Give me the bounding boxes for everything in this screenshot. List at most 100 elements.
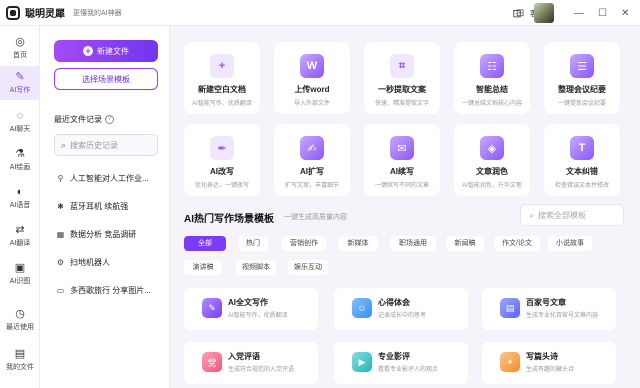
template-subtitle: 生成专业化百家号文章内容 xyxy=(526,313,599,319)
tool-title: AI续写 xyxy=(390,167,414,176)
word-icon: W xyxy=(300,54,324,78)
home-icon: ◎ xyxy=(15,36,25,48)
tool-extract-text[interactable]: ⌗ 一秒提取文案 快速、精准提取文字 xyxy=(364,42,440,114)
rail-item-ai-translate[interactable]: ⇄ AI翻译 xyxy=(0,220,40,252)
tool-ai-expand[interactable]: ✍ AI扩写 扩写文案，丰富细节 xyxy=(274,124,350,196)
rail-item-ai-recognition[interactable]: ▣ AI识图 xyxy=(0,258,40,290)
maximize-window-button[interactable]: ☐ xyxy=(598,0,607,26)
chip-workplace[interactable]: 职场通用 xyxy=(390,236,436,251)
rail-label: AI聊天 xyxy=(9,126,31,133)
template-ai-full-text[interactable]: ✎ AI全文写作 AI智能写作，优质翻译 xyxy=(184,288,318,330)
recent-item[interactable]: ▭ 多西歌旅行 分享图片... xyxy=(56,283,166,297)
template-party-review[interactable]: 党 入党评语 生成符合规范的入党评语 xyxy=(184,342,318,384)
rail-item-ai-voice[interactable]: ◐ AI语音 xyxy=(0,182,40,214)
rail-item-recent[interactable]: ◷ 最近使用 xyxy=(0,304,40,336)
nav-rail: ◎ 首页 ✎ AI写作 ◌ AI聊天 ⚗ AI绘画 ◐ AI语音 ⇄ AI翻译 … xyxy=(0,26,40,388)
rail-label: AI语音 xyxy=(9,202,31,209)
chip-fiction[interactable]: 小说故事 xyxy=(548,236,592,251)
avatar[interactable] xyxy=(534,3,554,23)
film-review-icon: ▶ xyxy=(352,352,372,372)
chip-essay[interactable]: 作文/论文 xyxy=(494,236,540,251)
tool-ai-continue[interactable]: ✉ AI续写 一键续写不同的文章 xyxy=(364,124,440,196)
reflection-icon: ☺ xyxy=(352,298,372,318)
tool-title: 文本纠错 xyxy=(566,167,598,176)
chip-press[interactable]: 新闻稿 xyxy=(446,236,484,251)
chip-new-media[interactable]: 新媒体 xyxy=(338,236,378,251)
scan-text-icon: ⌗ xyxy=(390,54,414,78)
robot-icon: ⚙ xyxy=(56,257,65,267)
tool-smart-summary[interactable]: ☷ 智能总结 一键总结文档核心内容 xyxy=(454,42,530,114)
rail-item-ai-painting[interactable]: ⚗ AI绘画 xyxy=(0,144,40,176)
recent-item[interactable]: ▦ 数据分析 竞品调研 xyxy=(56,227,166,241)
recent-item[interactable]: ✱ 蓝牙耳机 续航强 xyxy=(56,199,166,213)
ai-recognition-icon: ▣ xyxy=(14,262,26,274)
document-icon: ▭ xyxy=(56,285,65,295)
rail-label: AI写作 xyxy=(9,87,31,94)
tool-polish[interactable]: ◈ 文章润色 AI智能润色，升华文笔 xyxy=(454,124,530,196)
rail-item-home[interactable]: ◎ 首页 xyxy=(0,32,40,64)
history-search-input[interactable] xyxy=(70,140,151,150)
tool-subtitle: AI智能润色，升华文笔 xyxy=(462,183,522,189)
new-file-button[interactable]: + 新建文件 xyxy=(54,40,158,62)
choose-template-button[interactable]: 选择场景模板 xyxy=(54,68,158,90)
party-review-icon: 党 xyxy=(202,352,222,372)
tool-new-blank-doc[interactable]: + 新建空白文档 AI智能写作、优质翻译 xyxy=(184,42,260,114)
plus-icon: + xyxy=(83,46,93,56)
chip-entertainment[interactable]: 娱乐互动 xyxy=(288,260,328,275)
template-title: AI全文写作 xyxy=(228,298,268,307)
recent-item[interactable]: ⚙ 扫地机器人 xyxy=(56,255,166,269)
rail-item-ai-chat[interactable]: ◌ AI聊天 xyxy=(0,106,40,138)
rail-label: 我的文件 xyxy=(6,364,34,371)
tool-text-correction[interactable]: T 文本纠错 检查错误文本并修改 xyxy=(544,124,620,196)
tool-title: 文章润色 xyxy=(476,167,508,176)
rail-item-my-files[interactable]: ▤ 我的文件 xyxy=(0,344,40,376)
history-search[interactable]: ⌕ xyxy=(54,134,158,156)
recent-files-heading: 最近文件记录 ? xyxy=(54,114,114,125)
tool-ai-rewrite[interactable]: ✒ AI改写 优化表达，一键改写 xyxy=(184,124,260,196)
tool-title: 整理会议纪要 xyxy=(558,85,606,94)
minimize-button[interactable]: ⊟ xyxy=(516,0,524,26)
rail-label: AI绘画 xyxy=(9,164,31,171)
chip-all[interactable]: 全部 xyxy=(184,236,226,251)
template-search-input[interactable] xyxy=(538,210,619,220)
tool-subtitle: AI智能写作、优质翻译 xyxy=(192,101,252,107)
search-icon: ⌕ xyxy=(61,139,67,150)
ai-expand-icon: ✍ xyxy=(300,136,324,160)
template-title: 专业影评 xyxy=(378,352,410,361)
ai-voice-icon: ◐ xyxy=(16,186,24,198)
chip-hot[interactable]: 热门 xyxy=(238,236,268,251)
chip-speech[interactable]: 演讲稿 xyxy=(184,260,222,275)
tool-title: AI改写 xyxy=(210,167,234,176)
tool-meeting-notes[interactable]: ☰ 整理会议纪要 一键提炼会议纪要 xyxy=(544,42,620,114)
tool-title: 上传word xyxy=(294,85,330,94)
rail-item-ai-writing[interactable]: ✎ AI写作 xyxy=(0,66,40,100)
tool-title: 智能总结 xyxy=(476,85,508,94)
template-headline[interactable]: ✦ 写篇头诗 生成有趣的藏头诗 xyxy=(482,342,616,384)
meeting-notes-icon: ☰ xyxy=(570,54,594,78)
bluetooth-icon: ✱ xyxy=(57,201,64,211)
app-slogan: 更懂我的AI神器 xyxy=(73,9,122,17)
file-panel: + 新建文件 选择场景模板 最近文件记录 ? ⌕ ⚲ 人工智能对人工作业... … xyxy=(40,26,170,388)
tool-subtitle: 一键续写不同的文章 xyxy=(374,183,429,189)
chip-video-script[interactable]: 视频脚本 xyxy=(236,260,276,275)
recent-icon: ◷ xyxy=(15,308,25,320)
app-logo-icon xyxy=(6,5,20,20)
minimize-window-button[interactable]: — xyxy=(574,0,584,26)
template-film-review[interactable]: ▶ 专业影评 看看专业影评人的观点 xyxy=(334,342,468,384)
template-baijiahao[interactable]: ▤ 百家号文章 生成专业化百家号文章内容 xyxy=(482,288,616,330)
search-icon: ⌕ xyxy=(529,209,535,220)
template-reflection[interactable]: ☺ 心得体会 记录成长中的思考 xyxy=(334,288,468,330)
tool-upload-word[interactable]: W 上传word 导入外部文件 xyxy=(274,42,350,114)
template-subtitle: 生成符合规范的入党评语 xyxy=(228,367,295,373)
data-analysis-icon: ▦ xyxy=(56,229,65,239)
help-icon[interactable]: ? xyxy=(105,115,114,124)
ai-continue-icon: ✉ xyxy=(390,136,414,160)
close-window-button[interactable]: ✕ xyxy=(621,0,629,26)
recent-item-label: 蓝牙耳机 续航强 xyxy=(70,201,129,211)
recent-item[interactable]: ⚲ 人工智能对人工作业... xyxy=(56,171,166,185)
ai-full-text-icon: ✎ xyxy=(202,298,222,318)
chip-marketing[interactable]: 营销创作 xyxy=(282,236,326,251)
tool-title: 一秒提取文案 xyxy=(378,85,426,94)
template-search[interactable]: ⌕ xyxy=(520,204,624,226)
new-file-label: 新建文件 xyxy=(97,46,129,56)
